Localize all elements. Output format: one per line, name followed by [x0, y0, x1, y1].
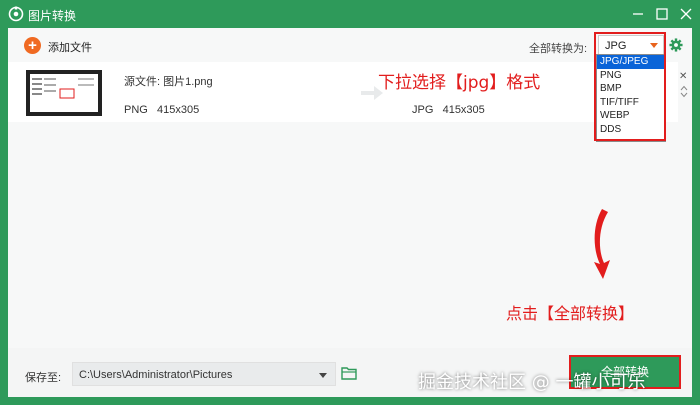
target-file-info: JPG 415x305 — [412, 104, 485, 116]
maximize-icon[interactable] — [652, 4, 672, 24]
convert-all-to-label: 全部转换为: — [529, 43, 588, 55]
chevron-down-small-icon[interactable] — [680, 92, 688, 98]
source-file-label: 源文件: 图片1.png — [124, 76, 213, 88]
close-window-icon[interactable] — [676, 4, 696, 24]
source-file-info: PNG 415x305 — [124, 104, 199, 116]
window-border-bottom — [0, 397, 700, 405]
annotation-highlight-box — [594, 32, 666, 141]
folder-icon[interactable] — [341, 366, 357, 380]
gear-icon[interactable] — [669, 38, 683, 52]
remove-file-icon[interactable]: ✕ — [679, 71, 687, 82]
chevron-down-icon[interactable] — [319, 373, 327, 378]
save-path-field[interactable]: C:\Users\Administrator\Pictures — [72, 362, 336, 386]
watermark-text: 掘金技术社区 @ 一罐小可乐 — [418, 372, 646, 393]
minimize-icon[interactable] — [628, 4, 648, 24]
app-logo-icon — [8, 6, 24, 22]
title-bar: 图片转换 — [0, 0, 700, 28]
add-file-label: 添加文件 — [48, 42, 92, 54]
save-path-value: C:\Users\Administrator\Pictures — [79, 369, 233, 381]
target-format: JPG — [412, 104, 434, 116]
plus-icon: + — [24, 37, 41, 54]
annotation-arrow-icon — [594, 209, 610, 279]
target-size: 415x305 — [442, 104, 485, 116]
file-list-item: 源文件: 图片1.png PNG 415x305 JPG 415x305 — [8, 62, 678, 122]
source-size: 415x305 — [157, 104, 200, 116]
window-border-right — [692, 28, 700, 405]
file-thumbnail — [26, 70, 102, 116]
chevron-up-icon[interactable] — [680, 85, 688, 91]
annotation-convert-hint: 点击【全部转换】 — [506, 304, 635, 323]
thumbnail-preview-image — [32, 78, 94, 99]
window-title: 图片转换 — [28, 9, 77, 23]
window-border-left — [0, 28, 8, 405]
annotation-dropdown-hint: 下拉选择【jpg】格式 — [378, 73, 541, 93]
source-format: PNG — [124, 104, 148, 116]
save-to-label: 保存至: — [25, 372, 62, 384]
